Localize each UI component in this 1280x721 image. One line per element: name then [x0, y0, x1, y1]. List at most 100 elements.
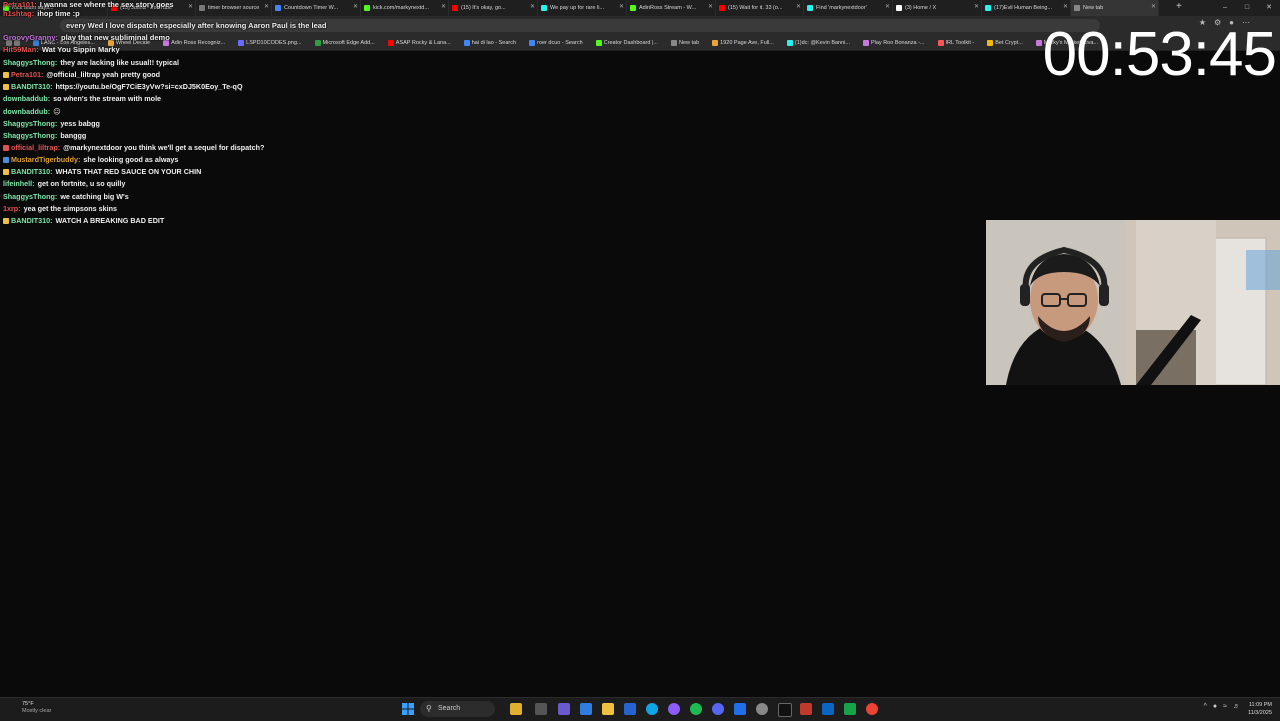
taskbar-app-icon[interactable]: [668, 703, 680, 715]
tab-close-icon[interactable]: ✕: [974, 3, 979, 10]
windows-start-icon[interactable]: [402, 703, 414, 715]
chat-username[interactable]: ShaggysThong:: [3, 58, 57, 67]
chat-message: BANDIT310: https://youtu.be/OgF7CiE3yVw?s…: [3, 81, 903, 93]
chrome-icon[interactable]: [866, 703, 878, 715]
tab-close-icon[interactable]: ✕: [796, 3, 801, 10]
tab-close-icon[interactable]: ✕: [441, 3, 446, 10]
bookmark-label: Adin Ross Recogniz...: [171, 40, 226, 46]
bookmark-item[interactable]: 1920 Page Ave, Full...: [712, 40, 774, 46]
chat-username[interactable]: ShaggysThong:: [3, 131, 57, 140]
chat-username[interactable]: lifeinhell:: [3, 179, 35, 188]
chat-username[interactable]: BANDIT310:: [11, 167, 53, 176]
tab-close-icon[interactable]: ✕: [353, 3, 358, 10]
taskbar-app-icon[interactable]: [624, 703, 636, 715]
tab-label: (15) It's okay, go...: [461, 5, 506, 11]
taskbar-app-icon[interactable]: [800, 703, 812, 715]
bookmark-item[interactable]: New tab: [670, 40, 699, 46]
chat-badge-icon: [3, 72, 9, 79]
chat-message-text: WATCH A BREAKING BAD EDIT: [55, 215, 165, 225]
taskbar-app-icon[interactable]: [510, 703, 522, 715]
microphone-icon[interactable]: ●: [1213, 703, 1217, 710]
chat-username[interactable]: 1xrp:: [3, 204, 21, 213]
edge-icon[interactable]: [646, 703, 658, 715]
settings-icon[interactable]: [756, 703, 768, 715]
bookmark-item[interactable]: Creator Dashboard |...: [595, 40, 658, 46]
bookmark-favicon-icon: [670, 40, 677, 46]
chat-username[interactable]: downbaddub:: [3, 107, 50, 116]
tab-close-icon[interactable]: ✕: [1063, 3, 1068, 10]
bookmark-label: ASAP Rocky & Lana...: [395, 40, 451, 46]
bookmark-item[interactable]: IRL Toolkit -: [937, 40, 974, 46]
weather-widget[interactable]: 75°F Mostly clear: [22, 701, 51, 715]
browser-tab[interactable]: Find 'markynextdoor' ✕: [804, 0, 893, 16]
bookmark-item[interactable]: Adin Ross Recogniz...: [163, 40, 225, 46]
tab-close-icon[interactable]: ✕: [264, 3, 269, 10]
wifi-icon[interactable]: ≈: [1223, 703, 1227, 710]
chat-username[interactable]: ShaggysThong:: [3, 119, 57, 128]
bookmark-label: Creator Dashboard |...: [603, 40, 658, 46]
taskbar-search[interactable]: ⚲ Search: [420, 701, 495, 717]
tab-favicon-icon: [630, 5, 636, 11]
browser-tab[interactable]: kick.com/markynextd... ✕: [361, 0, 449, 16]
tab-close-icon[interactable]: ✕: [708, 3, 713, 10]
bookmark-item[interactable]: hai di lao - Search: [463, 40, 516, 46]
minimize-icon[interactable]: –: [1214, 0, 1236, 16]
bookmark-item[interactable]: Play Roo Bonanza -...: [862, 40, 925, 46]
taskbar-app-icon[interactable]: [535, 703, 547, 715]
chat-message-text: @markynextdoor you think we'll get a seq…: [63, 142, 265, 152]
discord-icon[interactable]: [712, 703, 724, 715]
chat-message: official_liltrap: @markynextdoor you thin…: [3, 142, 903, 154]
chat-badge-icon: [3, 157, 9, 164]
tab-favicon-icon: [896, 5, 902, 11]
volume-icon[interactable]: ♬: [1233, 703, 1240, 710]
bookmark-item[interactable]: (1)dc: @Kevin Banni...: [786, 40, 850, 46]
chat-message: 1xrp: yea get the simpsons skins: [3, 203, 903, 215]
bookmark-item[interactable]: LSPD10CODES.png...: [238, 40, 302, 46]
chat-username[interactable]: ShaggysThong:: [3, 192, 57, 201]
tab-close-icon[interactable]: ✕: [530, 3, 535, 10]
close-window-icon[interactable]: ✕: [1258, 0, 1280, 16]
browser-tab[interactable]: New tab ✕: [1071, 0, 1159, 16]
browser-tab[interactable]: (15) Wait for it. 33 (o... ✕: [716, 0, 804, 16]
folder-icon[interactable]: [602, 703, 614, 715]
chat-message-text: @official_liltrap yeah pretty good: [46, 70, 161, 80]
chevron-up-icon[interactable]: ^: [1204, 703, 1207, 710]
chat-username[interactable]: BANDIT310:: [11, 216, 53, 225]
tab-close-icon[interactable]: ✕: [885, 3, 890, 10]
taskbar-app-icon[interactable]: [844, 703, 856, 715]
tab-close-icon[interactable]: ✕: [1151, 3, 1156, 10]
chat-username[interactable]: BANDIT310:: [11, 82, 53, 91]
tab-favicon-icon: [275, 5, 281, 11]
chat-message: BANDIT310: WATCH A BREAKING BAD EDIT: [3, 215, 903, 227]
bookmark-item[interactable]: Microsoft Edge Add...: [314, 40, 375, 46]
taskbar-app-icon[interactable]: [580, 703, 592, 715]
chat-message-text: get on fortnite, u so quilly: [37, 179, 126, 189]
bookmark-item[interactable]: ASAP Rocky & Lana...: [387, 40, 451, 46]
taskbar-app-icon[interactable]: [822, 703, 834, 715]
taskbar-clock[interactable]: 11:09 PM 11/3/2025: [1248, 701, 1272, 717]
chat-username[interactable]: downbaddub:: [3, 94, 50, 103]
browser-tab[interactable]: Countdown Timer W... ✕: [272, 0, 361, 16]
overlay-username: Hit59Man:: [3, 45, 39, 54]
browser-tab[interactable]: (3) Home / X ✕: [893, 0, 982, 16]
browser-tab[interactable]: (15) It's okay, go... ✕: [449, 0, 538, 16]
bookmark-item[interactable]: roer dcuo - Search: [529, 40, 583, 46]
taskbar-app-icon[interactable]: [690, 703, 702, 715]
browser-tab[interactable]: (17)Evil Human Being... ✕: [982, 0, 1071, 16]
tab-close-icon[interactable]: ✕: [188, 3, 193, 10]
chat-username[interactable]: Petra101:: [11, 70, 43, 79]
weather-desc: Mostly clear: [22, 708, 52, 714]
taskbar-app-icon[interactable]: [558, 703, 570, 715]
chat-username[interactable]: official_liltrap:: [11, 143, 60, 152]
chat-username[interactable]: MustardTigerbuddy:: [11, 155, 80, 164]
bookmark-favicon-icon: [387, 40, 394, 46]
browser-tab[interactable]: We pay up for rare li... ✕: [538, 0, 627, 16]
maximize-icon[interactable]: □: [1236, 0, 1258, 16]
browser-tab[interactable]: AdinRoss Stream - W... ✕: [627, 0, 716, 16]
new-tab-button[interactable]: +: [1176, 1, 1182, 12]
chat-list: ShaggysThong: they are lacking like usual…: [3, 57, 903, 227]
taskbar-app-icon[interactable]: [778, 703, 792, 717]
tab-close-icon[interactable]: ✕: [619, 3, 624, 10]
browser-tab[interactable]: timer browser source ✕: [196, 0, 272, 16]
taskbar-app-icon[interactable]: [734, 703, 746, 715]
